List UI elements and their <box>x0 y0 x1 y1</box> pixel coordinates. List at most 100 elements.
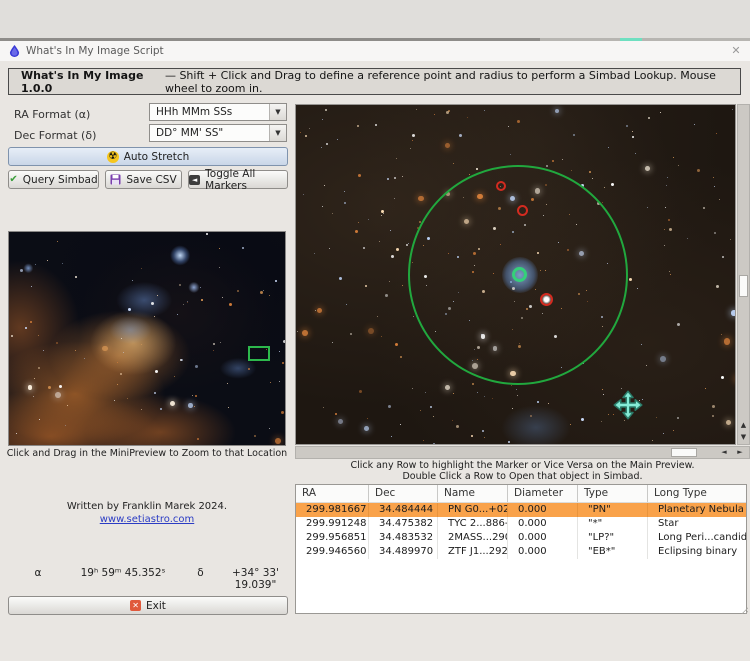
dec-symbol: δ <box>178 567 223 591</box>
cell-dec: 34.489970 <box>368 545 437 559</box>
marker-red-2[interactable] <box>517 205 528 216</box>
cell-diameter: 0.000 <box>507 517 577 531</box>
table-row[interactable]: 299.946560 34.489970 ZTF J1...2923.8 0.0… <box>296 545 746 559</box>
table-header-row: RA Dec Name Diameter Type Long Type <box>296 485 746 503</box>
app-icon <box>9 45 20 57</box>
radiation-icon: ☢ <box>107 151 119 163</box>
cell-ra: 299.946560 <box>296 545 368 559</box>
column-header-type: Type <box>577 485 647 502</box>
coordinate-readout: α 19ʰ 59ᵐ 45.352ˢ δ +34° 33' 19.039" <box>8 567 288 591</box>
cell-name: TYC 2...886-1 <box>437 517 507 531</box>
marker-red-1[interactable] <box>496 181 506 191</box>
toggle-markers-icon: ◄ <box>189 175 200 185</box>
ra-format-select[interactable]: HHh MMm SSs ▼ <box>149 103 287 121</box>
table-body: 299.981667 34.484444 PN G0...+02.4 0.000… <box>296 503 746 559</box>
screen: What's In My Image Script ✕ What's In My… <box>0 0 750 661</box>
cell-name: PN G0...+02.4 <box>437 503 507 517</box>
cell-longtype: Long Peri...candidate <box>647 531 746 545</box>
table-row[interactable]: 299.956851 34.483532 2MASS...29006 0.000… <box>296 531 746 545</box>
horizontal-scrollbar-thumb[interactable] <box>671 448 697 457</box>
mini-preview[interactable] <box>8 231 286 446</box>
cell-dec: 34.484444 <box>368 503 437 517</box>
table-row[interactable]: 299.981667 34.484444 PN G0...+02.4 0.000… <box>296 503 746 517</box>
cell-name: ZTF J1...2923.8 <box>437 545 507 559</box>
save-csv-label: Save CSV <box>126 174 176 186</box>
close-icon[interactable]: ✕ <box>728 44 744 57</box>
title-bar: What's In My Image Script ✕ <box>0 41 750 61</box>
cell-longtype: Planetary Nebula <box>647 503 746 517</box>
exit-x-icon: ✕ <box>130 600 141 611</box>
ra-symbol: α <box>8 567 68 591</box>
marker-selected-green[interactable] <box>512 267 527 282</box>
cell-ra: 299.991248 <box>296 517 368 531</box>
mini-preview-caption: Click and Drag in the MiniPreview to Zoo… <box>0 448 294 459</box>
table-hint-line2: Double Click a Row to Open that object i… <box>295 471 750 482</box>
cell-type: "*" <box>577 517 647 531</box>
cell-ra: 299.956851 <box>296 531 368 545</box>
exit-button[interactable]: ✕ Exit <box>8 596 288 615</box>
dec-value: +34° 33' 19.039" <box>223 567 288 591</box>
chevron-down-icon[interactable]: ▼ <box>269 125 286 141</box>
scroll-left-icon[interactable]: ◄ <box>717 447 731 458</box>
background-window-edge <box>0 0 750 38</box>
cell-dec: 34.483532 <box>368 531 437 545</box>
scroll-right-icon[interactable]: ► <box>733 447 747 458</box>
cell-diameter: 0.000 <box>507 545 577 559</box>
column-header-longtype: Long Type <box>647 485 746 502</box>
app-window: What's In My Image Script ✕ What's In My… <box>0 41 750 661</box>
cell-type: "EB*" <box>577 545 647 559</box>
cell-ra: 299.981667 <box>296 503 368 517</box>
auto-stretch-label: Auto Stretch <box>124 151 190 163</box>
results-table: RA Dec Name Diameter Type Long Type 299.… <box>295 484 747 614</box>
website-link[interactable]: www.setiastro.com <box>0 514 294 525</box>
cell-diameter: 0.000 <box>507 531 577 545</box>
cell-name: 2MASS...29006 <box>437 531 507 545</box>
credit-text: Written by Franklin Marek 2024. <box>0 501 294 512</box>
mini-preview-starfield <box>9 232 285 445</box>
pan-move-icon[interactable] <box>613 390 643 420</box>
ra-format-label: RA Format (α) <box>14 108 90 121</box>
column-header-diameter: Diameter <box>507 485 577 502</box>
horizontal-scrollbar[interactable]: ◄ ► <box>295 446 750 459</box>
table-hint-line1: Click any Row to highlight the Marker or… <box>295 460 750 471</box>
header-app-version: What's In My Image 1.0.0 <box>21 69 160 95</box>
header-banner: What's In My Image 1.0.0 — Shift + Click… <box>8 68 741 95</box>
scroll-up-icon[interactable]: ▲ <box>738 419 749 431</box>
auto-stretch-button[interactable]: ☢ Auto Stretch <box>8 147 288 166</box>
column-header-name: Name <box>437 485 507 502</box>
table-row[interactable]: 299.991248 34.475382 TYC 2...886-1 0.000… <box>296 517 746 531</box>
marker-red-3[interactable] <box>540 293 553 306</box>
chevron-down-icon[interactable]: ▼ <box>269 104 286 120</box>
main-preview[interactable] <box>295 104 736 445</box>
ra-value: 19ʰ 59ᵐ 45.352ˢ <box>68 567 178 591</box>
save-csv-button[interactable]: Save CSV <box>105 170 182 189</box>
floppy-disk-icon <box>110 174 121 185</box>
column-header-ra: RA <box>296 485 368 502</box>
toggle-markers-label: Toggle All Markers <box>205 168 287 192</box>
cell-longtype: Star <box>647 517 746 531</box>
cell-type: "LP?" <box>577 531 647 545</box>
header-instructions: — Shift + Click and Drag to define a ref… <box>165 69 740 95</box>
cell-diameter: 0.000 <box>507 503 577 517</box>
vertical-scrollbar-thumb[interactable] <box>739 275 748 297</box>
check-icon: ✔ <box>9 174 17 185</box>
cell-type: "PN" <box>577 503 647 517</box>
main-preview-area: ▲ ▼ ◄ ► <box>295 104 750 459</box>
resize-grip[interactable] <box>741 607 748 614</box>
dec-format-label: Dec Format (δ) <box>14 129 96 142</box>
nebula-patch <box>501 405 571 445</box>
exit-label: Exit <box>146 600 166 612</box>
cell-longtype: Eclipsing binary <box>647 545 746 559</box>
vertical-scrollbar[interactable]: ▲ ▼ <box>737 104 750 445</box>
zoom-region-rect <box>248 346 270 361</box>
scroll-down-icon[interactable]: ▼ <box>738 431 749 443</box>
dec-format-value: DD° MM' SS" <box>150 127 269 139</box>
query-simbad-label: Query Simbad <box>23 174 98 186</box>
dec-format-select[interactable]: DD° MM' SS" ▼ <box>149 124 287 142</box>
toggle-markers-button[interactable]: ◄ Toggle All Markers <box>188 170 288 189</box>
cell-dec: 34.475382 <box>368 517 437 531</box>
query-simbad-button[interactable]: ✔ Query Simbad <box>8 170 99 189</box>
ra-format-value: HHh MMm SSs <box>150 106 269 118</box>
window-title: What's In My Image Script <box>26 45 164 57</box>
column-header-dec: Dec <box>368 485 437 502</box>
